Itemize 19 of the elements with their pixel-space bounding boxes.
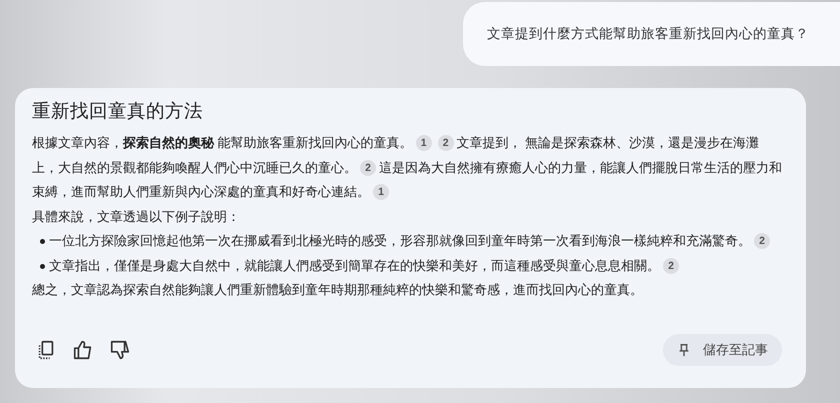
answer-paragraph: 總之，文章認為探索自然能夠讓人們重新體驗到童年時期那種純粹的快樂和驚奇感，進而找回內心的童真。: [32, 281, 644, 299]
thumbs-down-icon[interactable]: [109, 339, 131, 361]
citation-chip[interactable]: 1: [416, 135, 432, 152]
save-to-notes-button[interactable]: 儲存至記事: [663, 334, 782, 366]
citation-chip[interactable]: 2: [663, 258, 679, 274]
bullet-icon: [40, 264, 45, 268]
pin-icon: [677, 343, 691, 357]
user-message: 文章提到什麼方式能幫助旅客重新找回內心的童真？: [463, 2, 840, 66]
citation-chip[interactable]: 1: [373, 184, 389, 200]
bullet-text: 一位北方探險家回憶起他第一次在挪威看到北極光時的感受，形容那就像回到童年時第一次看到海浪一樣純粹和充滿驚奇。 2: [49, 229, 773, 254]
answer-paragraph: 具體來說，文章透過以下例子說明：: [32, 208, 241, 226]
answer-title: 重新找回童真的方法: [32, 99, 204, 123]
citation-chip[interactable]: 2: [360, 160, 376, 176]
citation-chip[interactable]: 2: [438, 135, 454, 152]
citation-chip[interactable]: 2: [754, 233, 770, 250]
bullet-icon: [40, 239, 45, 244]
bullet-text: 文章指出，僅僅是身處大自然中，就能讓人們感受到簡單存在的快樂和美好，而這種感受與童心息息相關。 2: [49, 254, 682, 278]
thumbs-up-icon[interactable]: [72, 339, 94, 361]
answer-paragraph: 根據文章內容，探索自然的奧秘 能幫助旅客重新找回內心的童真。 1 2 文章提到， 無論是探索森林、沙漠，還是漫步在海灘上，大自然的景觀都能夠喚醒人們心中沉睡已久的童心。 2 這是因為大自然擁有療癒人心的力量，能讓人們擺脫日常生活的壓力和束縛，進而幫助人們重新與內心深處的童真和好奇心連結。 1: [32, 134, 782, 202]
